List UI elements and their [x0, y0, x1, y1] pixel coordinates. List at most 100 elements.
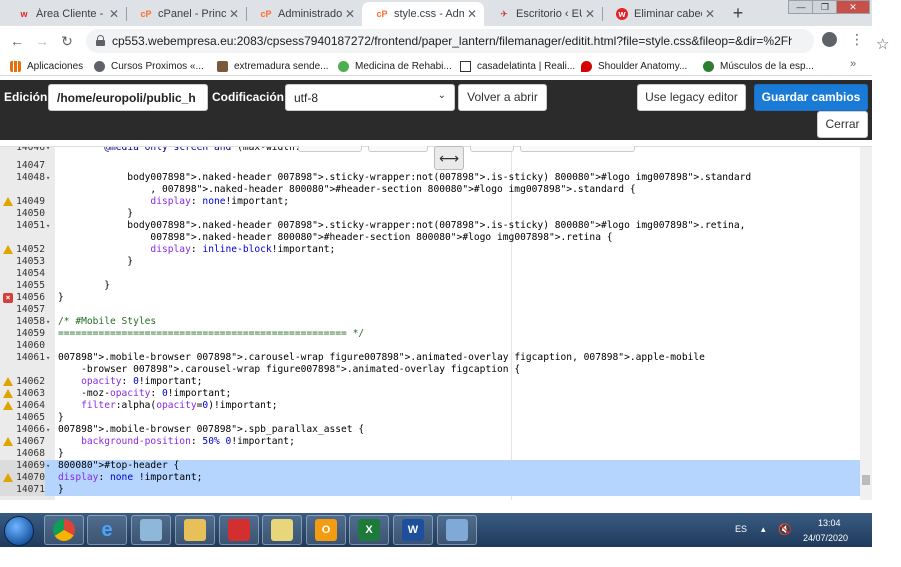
- fold-toggle-icon[interactable]: ▾: [46, 460, 54, 472]
- close-editor-button[interactable]: Cerrar: [817, 111, 868, 138]
- minimize-button[interactable]: —: [788, 0, 814, 14]
- star-icon[interactable]: ☆: [876, 35, 889, 53]
- reload-icon[interactable]: ↻: [58, 32, 76, 50]
- code-line[interactable]: 14046 ▾ @media only screen and (max-width…: [0, 147, 860, 154]
- code-line[interactable]: 14064 filter:alpha(opacity=0)!important;: [0, 400, 860, 412]
- code-line[interactable]: 14054: [0, 268, 860, 280]
- reopen-button[interactable]: Volver a abrir: [458, 84, 547, 111]
- tab-administrador[interactable]: cP Administrador d ✕: [246, 2, 362, 26]
- code-line[interactable]: 14055 }: [0, 280, 860, 292]
- taskbar-app-button[interactable]: [219, 515, 259, 545]
- close-icon[interactable]: ✕: [342, 7, 358, 21]
- code-line[interactable]: 007898">.naked-header 800080">#header-se…: [0, 232, 860, 244]
- code-line[interactable]: -browser 007898">.carousel-wrap figure00…: [0, 364, 860, 376]
- code-line[interactable]: 14060: [0, 340, 860, 352]
- url-text[interactable]: cp553.webempresa.eu:2083/cpsess794018727…: [112, 34, 792, 48]
- code-line[interactable]: 14050 }: [0, 208, 860, 220]
- bookmark-shoulder[interactable]: Shoulder Anatomy...: [581, 59, 687, 73]
- vertical-scrollbar[interactable]: [860, 147, 872, 500]
- code-line[interactable]: 14062 opacity: 0!important;: [0, 376, 860, 388]
- code-line[interactable]: 14063 -moz-opacity: 0!important;: [0, 388, 860, 400]
- code-line[interactable]: 14048 ▾ body007898">.naked-header 007898"…: [0, 172, 860, 184]
- split-view-button[interactable]: ⟷: [434, 146, 464, 170]
- tab-eliminar-cabecera[interactable]: w Eliminar cabecer ✕: [602, 2, 722, 26]
- warning-icon[interactable]: [3, 245, 13, 255]
- code-line[interactable]: 14067 background-position: 50% 0!importa…: [0, 436, 860, 448]
- bookmark-musculos[interactable]: Músculos de la esp...: [703, 59, 814, 73]
- line-number: 14046: [0, 147, 45, 154]
- new-tab-button[interactable]: +: [727, 3, 749, 23]
- tab-style-css[interactable]: cP style.css - Admin ✕: [362, 2, 484, 26]
- bookmarks-overflow-icon[interactable]: »: [850, 58, 856, 70]
- code-line[interactable]: 14057: [0, 304, 860, 316]
- fold-toggle-icon[interactable]: ▾: [46, 352, 54, 364]
- code-line[interactable]: 14051 ▾ body007898">.naked-header 007898"…: [0, 220, 860, 232]
- code-editor[interactable]: 14046 ▾ @media only screen and (max-width…: [0, 146, 872, 500]
- bookmark-medicina[interactable]: Medicina de Rehabi...: [338, 59, 452, 73]
- code-line[interactable]: 14047: [0, 160, 860, 172]
- taskbar-app-button[interactable]: [437, 515, 477, 545]
- code-line[interactable]: 14071}: [0, 484, 860, 496]
- taskbar-app-button[interactable]: W: [393, 515, 433, 545]
- taskbar-app-button[interactable]: [131, 515, 171, 545]
- tab-cpanel-principal[interactable]: cP cPanel - Principal ✕: [126, 2, 246, 26]
- code-line[interactable]: 14058 ▾ /* #Mobile Styles: [0, 316, 860, 328]
- bookmark-extremadura[interactable]: extremadura sende...: [217, 59, 329, 73]
- tab-escritorio[interactable]: ✈ Escritorio ‹ EURO ✕: [484, 2, 602, 26]
- fold-toggle-icon[interactable]: ▾: [46, 220, 54, 232]
- warning-icon[interactable]: [3, 389, 13, 399]
- code-line[interactable]: 14069 ▾ 800080">#top-header {: [0, 460, 860, 472]
- code-line[interactable]: 14061 ▾ 007898">.mobile-browser 007898">.c…: [0, 352, 860, 364]
- code-line[interactable]: 14053 }: [0, 256, 860, 268]
- menu-dots-icon[interactable]: ⋮: [850, 31, 864, 48]
- close-icon[interactable]: ✕: [226, 7, 242, 21]
- maximize-button[interactable]: ❐: [812, 0, 838, 14]
- close-icon[interactable]: ✕: [702, 7, 718, 21]
- code-line[interactable]: 14056 ×}: [0, 292, 860, 304]
- code-line[interactable]: 14068}: [0, 448, 860, 460]
- close-window-button[interactable]: ✕: [836, 0, 870, 14]
- address-bar[interactable]: cp553.webempresa.eu:2083/cpsess794018727…: [86, 29, 889, 53]
- start-button[interactable]: [4, 516, 34, 546]
- code-line[interactable]: , 007898">.naked-header 800080">#header-…: [0, 184, 860, 196]
- warning-icon[interactable]: [3, 437, 13, 447]
- legacy-editor-button[interactable]: Use legacy editor: [637, 84, 746, 111]
- line-number: 14059: [0, 328, 45, 340]
- close-icon[interactable]: ✕: [464, 7, 480, 21]
- close-icon[interactable]: ✕: [106, 7, 122, 21]
- code-line[interactable]: 14059 ===================================…: [0, 328, 860, 340]
- close-icon[interactable]: ✕: [582, 7, 598, 21]
- fold-toggle-icon[interactable]: ▾: [46, 147, 54, 154]
- bookmark-apps[interactable]: Aplicaciones: [10, 59, 83, 73]
- fold-toggle-icon[interactable]: ▾: [46, 424, 54, 436]
- taskbar-app-button[interactable]: [175, 515, 215, 545]
- code-line[interactable]: 14066 ▾ 007898">.mobile-browser 007898">.s…: [0, 424, 860, 436]
- scrollbar-thumb[interactable]: [862, 475, 870, 485]
- code-line[interactable]: 14070 display: none !important;: [0, 472, 860, 484]
- taskbar-app-button[interactable]: O: [306, 515, 346, 545]
- taskbar-app-button[interactable]: X: [349, 515, 389, 545]
- save-button[interactable]: Guardar cambios: [754, 84, 868, 111]
- taskbar-app-button[interactable]: [262, 515, 302, 545]
- taskbar-app-button[interactable]: [44, 515, 84, 545]
- taskbar-app-button[interactable]: e: [87, 515, 127, 545]
- code-line[interactable]: 14052 display: inline-block!important;: [0, 244, 860, 256]
- code-line[interactable]: 14049 display: none!important;: [0, 196, 860, 208]
- tab-area-cliente[interactable]: w Área Cliente - W ✕: [4, 2, 126, 26]
- account-icon[interactable]: [822, 32, 837, 47]
- encoding-select[interactable]: utf-8 ⌄: [285, 84, 455, 111]
- warning-icon[interactable]: [3, 197, 13, 207]
- warning-icon[interactable]: [3, 473, 13, 483]
- bookmark-casadelatinta[interactable]: casadelatinta | Reali...: [460, 59, 575, 73]
- error-icon[interactable]: ×: [3, 293, 13, 303]
- warning-icon[interactable]: [3, 377, 13, 387]
- bookmark-label: Aplicaciones: [27, 60, 84, 72]
- fold-toggle-icon[interactable]: ▾: [46, 172, 54, 184]
- code-line[interactable]: 14065}: [0, 412, 860, 424]
- bookmark-cursos[interactable]: Cursos Proximos «...: [94, 59, 204, 73]
- warning-icon[interactable]: [3, 401, 13, 411]
- forward-arrow-icon[interactable]: →: [33, 32, 51, 50]
- fold-toggle-icon[interactable]: ▾: [46, 316, 54, 328]
- back-arrow-icon[interactable]: ←: [8, 32, 26, 50]
- file-path-field[interactable]: /home/europoli/public_h: [48, 84, 208, 111]
